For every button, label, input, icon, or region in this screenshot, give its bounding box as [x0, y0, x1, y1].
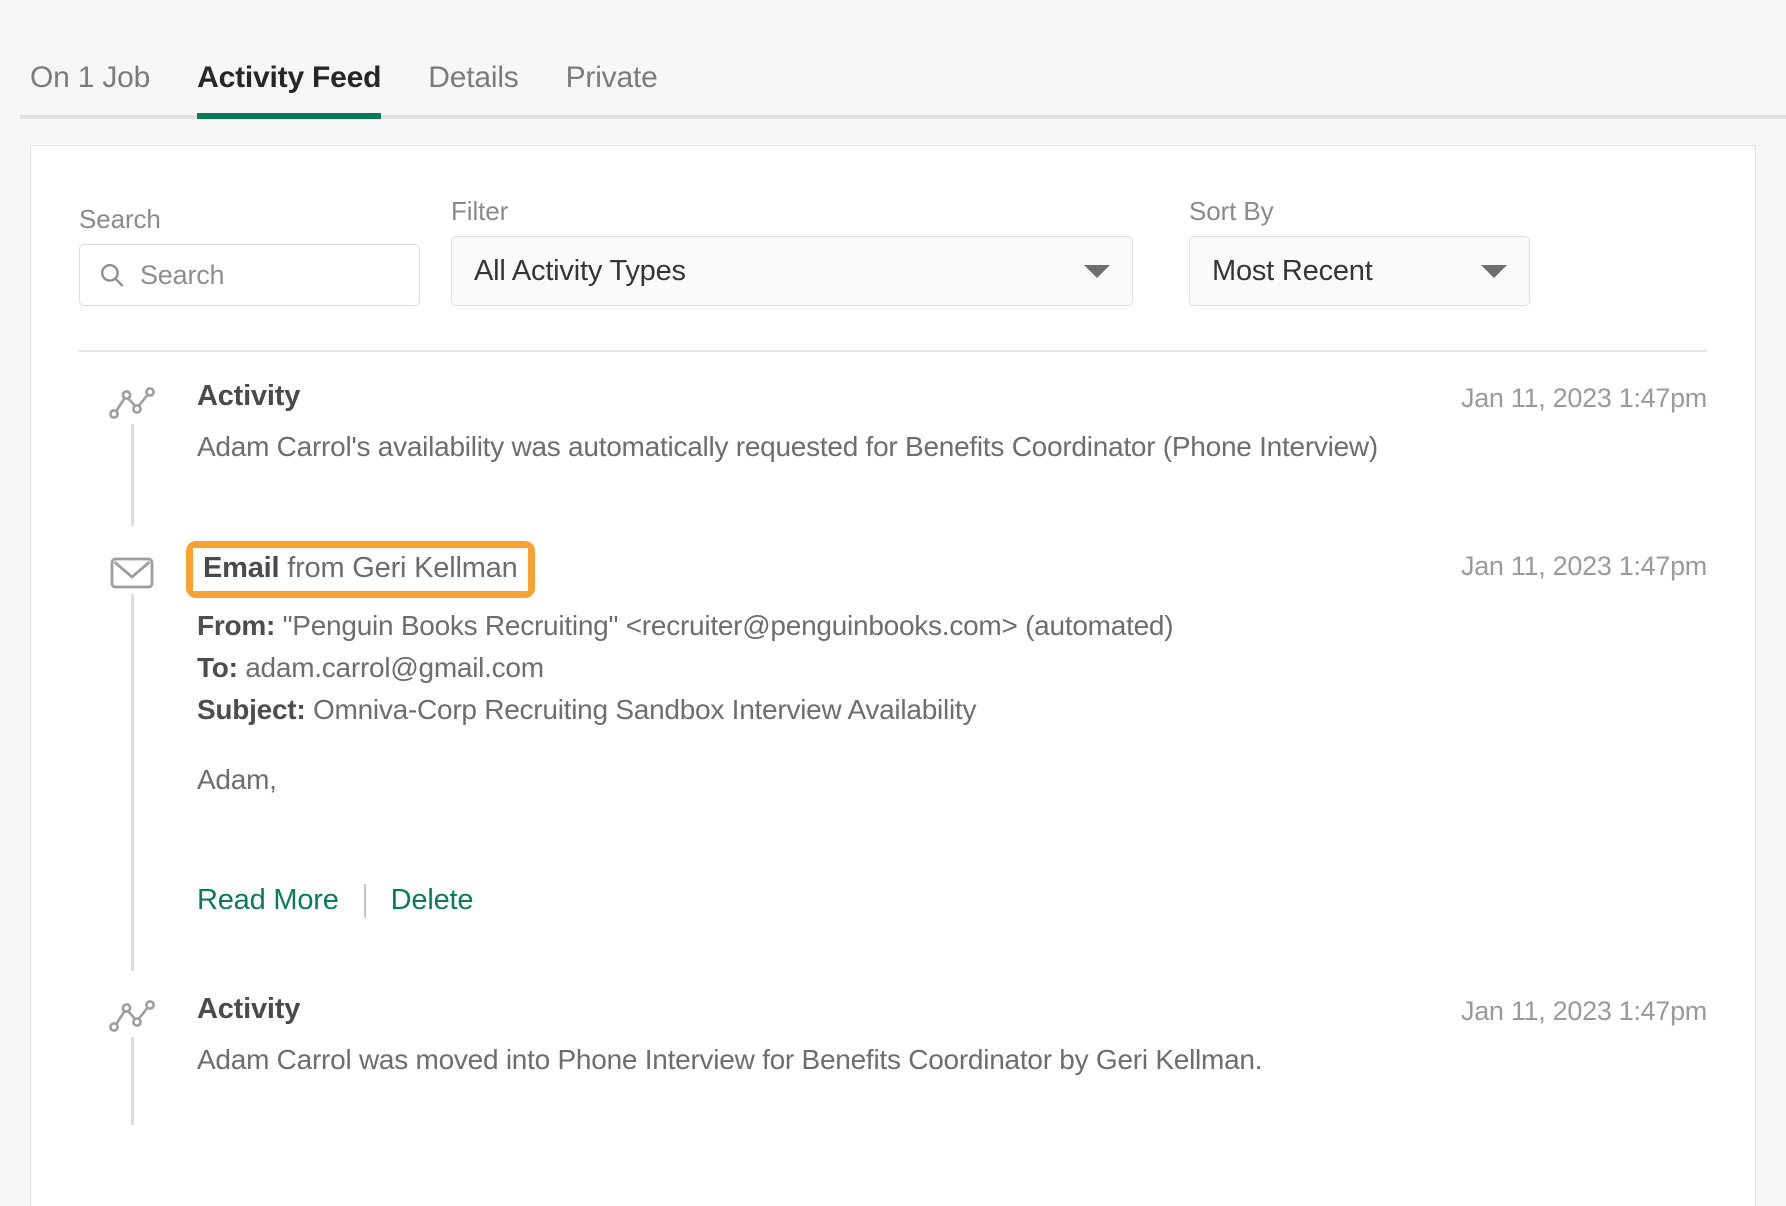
- search-icon: [98, 261, 126, 289]
- sort-control: Sort By Most Recent: [1189, 198, 1530, 306]
- email-subject-label: Subject:: [197, 693, 306, 725]
- activity-feed-card: Search Search Filter All Activity Types …: [30, 145, 1756, 1206]
- email-from-line: From: "Penguin Books Recruiting" <recrui…: [197, 605, 1707, 647]
- sort-by-label: Sort By: [1189, 196, 1274, 226]
- email-title: Email from Geri Kellman: [193, 547, 528, 591]
- email-feed-item: Email from Geri Kellman Jan 11, 2023 1:4…: [79, 520, 1707, 971]
- sort-by-select[interactable]: Most Recent: [1189, 236, 1530, 306]
- activity-item-body: Activity Jan 11, 2023 1:47pm Adam Carrol…: [184, 352, 1707, 520]
- email-title-highlight: Email from Geri Kellman: [186, 540, 535, 598]
- activity-item-description: Adam Carrol was moved into Phone Intervi…: [197, 1043, 1263, 1075]
- email-item-timestamp: Jan 11, 2023 1:47pm: [1461, 550, 1707, 581]
- email-subject-line: Subject: Omniva-Corp Recruiting Sandbox …: [197, 689, 1707, 731]
- search-input-wrapper[interactable]: Search: [79, 244, 420, 306]
- read-more-link[interactable]: Read More: [197, 884, 339, 917]
- search-control: Search Search: [79, 206, 420, 306]
- email-from-value: "Penguin Books Recruiting" <recruiter@pe…: [282, 609, 1174, 641]
- tab-activity-feed[interactable]: Activity Feed: [197, 63, 381, 119]
- activity-feed-item: Activity Jan 11, 2023 1:47pm Adam Carrol…: [79, 352, 1707, 526]
- search-label: Search: [79, 204, 161, 234]
- email-body-preview: Adam,: [197, 763, 277, 795]
- chevron-down-icon: [1481, 264, 1507, 278]
- timeline-connector: [130, 418, 134, 526]
- item-spacer: [197, 918, 1707, 965]
- timeline-gutter: [79, 965, 184, 1125]
- filter-control: Filter All Activity Types: [451, 198, 1133, 306]
- activity-item-title: Activity: [197, 380, 301, 412]
- activity-line-chart-icon: [106, 382, 157, 424]
- activity-item-timestamp: Jan 11, 2023 1:47pm: [1461, 995, 1707, 1026]
- chevron-down-icon: [1084, 264, 1110, 278]
- action-separator: [363, 883, 366, 918]
- email-item-body: Email from Geri Kellman Jan 11, 2023 1:4…: [184, 520, 1707, 965]
- search-placeholder: Search: [140, 259, 225, 290]
- timeline-connector: [130, 585, 134, 971]
- timeline-connector: [130, 1030, 134, 1125]
- filter-selected-value: All Activity Types: [474, 254, 686, 287]
- activity-item-body: Activity Jan 11, 2023 1:47pm Adam Carrol…: [184, 965, 1707, 1119]
- filter-select[interactable]: All Activity Types: [451, 236, 1133, 306]
- item-spacer: [197, 1079, 1707, 1119]
- tab-details[interactable]: Details: [428, 63, 519, 119]
- email-from-label: From:: [197, 609, 276, 641]
- activity-feed-item: Activity Jan 11, 2023 1:47pm Adam Carrol…: [79, 965, 1707, 1125]
- email-to-value: adam.carrol@gmail.com: [245, 651, 544, 683]
- tab-private[interactable]: Private: [566, 63, 658, 119]
- email-title-type: Email: [203, 551, 280, 584]
- email-to-line: To: adam.carrol@gmail.com: [197, 647, 1707, 689]
- timeline-gutter: [79, 352, 184, 526]
- tab-bar: On 1 Job Activity Feed Details Private: [0, 0, 1786, 119]
- delete-link[interactable]: Delete: [391, 884, 474, 917]
- activity-item-title: Activity: [197, 992, 301, 1025]
- timeline-gutter: [79, 520, 184, 971]
- email-subject-value: Omniva-Corp Recruiting Sandbox Interview…: [313, 693, 977, 725]
- activity-line-chart-icon: [106, 994, 157, 1037]
- activity-item-timestamp: Jan 11, 2023 1:47pm: [1461, 383, 1707, 413]
- tab-on-1-job[interactable]: On 1 Job: [30, 63, 150, 119]
- activity-item-description: Adam Carrol's availability was automatic…: [197, 431, 1378, 462]
- feed-controls: Search Search Filter All Activity Types …: [79, 146, 1707, 306]
- email-actions: Read More Delete: [197, 883, 1707, 918]
- item-spacer: [197, 466, 1707, 520]
- email-title-sender: from Geri Kellman: [279, 551, 518, 584]
- envelope-icon: [106, 549, 157, 594]
- activity-feed-list: Activity Jan 11, 2023 1:47pm Adam Carrol…: [79, 352, 1707, 1125]
- sort-by-selected-value: Most Recent: [1212, 254, 1373, 287]
- email-to-label: To:: [197, 651, 238, 683]
- filter-label: Filter: [451, 196, 509, 226]
